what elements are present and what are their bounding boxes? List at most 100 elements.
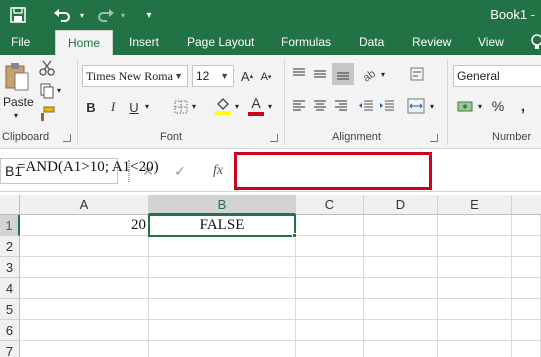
fill-color-icon[interactable] bbox=[213, 95, 233, 117]
customize-toolbar-icon[interactable]: ▾ bbox=[142, 0, 156, 30]
grid-cell[interactable] bbox=[364, 320, 438, 341]
merge-center-icon[interactable] bbox=[405, 95, 427, 117]
paste-label[interactable]: Paste bbox=[3, 95, 34, 109]
grid-cell[interactable] bbox=[149, 299, 296, 320]
bold-button[interactable]: B bbox=[83, 97, 99, 117]
cell-b1[interactable]: FALSE bbox=[148, 214, 296, 237]
grid-cell[interactable] bbox=[512, 215, 541, 236]
fill-color-dropdown-icon[interactable]: ▾ bbox=[235, 102, 239, 111]
save-icon[interactable] bbox=[6, 0, 30, 30]
font-name-select[interactable]: Times New Roma ▼ bbox=[82, 65, 188, 87]
grid-cell[interactable] bbox=[149, 320, 296, 341]
redo-icon[interactable] bbox=[94, 0, 118, 30]
grid-cell[interactable] bbox=[438, 341, 512, 357]
row-header-2[interactable]: 2 bbox=[0, 236, 20, 257]
accounting-format-icon[interactable] bbox=[456, 97, 476, 115]
grid-cell[interactable] bbox=[438, 299, 512, 320]
grid-cell[interactable] bbox=[438, 257, 512, 278]
grid-cell[interactable] bbox=[296, 341, 364, 357]
decrease-indent-icon[interactable] bbox=[357, 97, 375, 115]
font-color-dropdown-icon[interactable]: ▾ bbox=[268, 102, 272, 111]
grid-cell[interactable] bbox=[512, 257, 541, 278]
grid-cell[interactable] bbox=[296, 278, 364, 299]
tab-view[interactable]: View bbox=[478, 30, 504, 55]
grid-cell[interactable] bbox=[296, 236, 364, 257]
column-header-e[interactable]: E bbox=[438, 195, 512, 215]
borders-dropdown-icon[interactable]: ▾ bbox=[192, 102, 196, 111]
row-header-7[interactable]: 7 bbox=[0, 341, 20, 357]
align-left-icon[interactable] bbox=[290, 97, 308, 115]
grid-cell[interactable] bbox=[20, 299, 149, 320]
select-all-corner[interactable] bbox=[0, 195, 20, 215]
undo-icon[interactable] bbox=[50, 0, 74, 30]
tab-page-layout[interactable]: Page Layout bbox=[187, 30, 254, 55]
redo-dropdown-icon[interactable]: ▾ bbox=[118, 0, 128, 30]
column-header-c[interactable]: C bbox=[296, 195, 364, 215]
middle-align-icon[interactable] bbox=[311, 65, 329, 83]
grid-cell[interactable] bbox=[20, 257, 149, 278]
column-header-b[interactable]: B bbox=[149, 195, 296, 215]
grid-cell[interactable] bbox=[20, 278, 149, 299]
grid-cell[interactable] bbox=[364, 341, 438, 357]
grid-cell[interactable] bbox=[438, 278, 512, 299]
enter-icon[interactable]: ✓ bbox=[170, 158, 190, 184]
column-header-d[interactable]: D bbox=[364, 195, 438, 215]
paste-icon[interactable] bbox=[3, 61, 31, 93]
insert-function-button[interactable]: fx bbox=[207, 158, 229, 184]
row-header-4[interactable]: 4 bbox=[0, 278, 20, 299]
grid-cell[interactable] bbox=[149, 257, 296, 278]
grid-cell[interactable] bbox=[512, 341, 541, 357]
italic-button[interactable]: I bbox=[105, 97, 121, 117]
fill-handle[interactable] bbox=[292, 233, 297, 238]
merge-dropdown-icon[interactable]: ▾ bbox=[430, 102, 434, 111]
decrease-font-size-icon[interactable]: A ▾ bbox=[258, 68, 274, 86]
formula-input[interactable]: =AND(A1>10; A1<20) bbox=[17, 159, 159, 176]
grid-cell[interactable] bbox=[438, 236, 512, 257]
tab-home[interactable]: Home bbox=[55, 30, 113, 55]
grid-cell[interactable] bbox=[20, 320, 149, 341]
grid-cell[interactable] bbox=[296, 320, 364, 341]
grid-cell[interactable] bbox=[20, 236, 149, 257]
row-header-1[interactable]: 1 bbox=[0, 215, 20, 236]
tab-file[interactable]: File bbox=[11, 30, 30, 55]
top-align-icon[interactable] bbox=[290, 65, 308, 83]
accounting-dropdown-icon[interactable]: ▾ bbox=[478, 102, 482, 111]
tab-review[interactable]: Review bbox=[412, 30, 451, 55]
copy-icon[interactable] bbox=[38, 82, 56, 100]
comma-style-icon[interactable]: , bbox=[515, 97, 531, 115]
align-center-icon[interactable] bbox=[311, 97, 329, 115]
orientation-icon[interactable]: ab bbox=[359, 64, 379, 84]
grid-cell[interactable] bbox=[149, 278, 296, 299]
grid-cell[interactable] bbox=[364, 236, 438, 257]
grid-cell[interactable] bbox=[512, 236, 541, 257]
number-format-select[interactable]: General bbox=[453, 65, 541, 87]
column-header-next[interactable] bbox=[512, 195, 541, 215]
increase-font-size-icon[interactable]: A ▴ bbox=[239, 67, 255, 85]
format-painter-icon[interactable] bbox=[38, 105, 56, 123]
grid-cell[interactable] bbox=[364, 278, 438, 299]
increase-indent-icon[interactable] bbox=[378, 97, 396, 115]
alignment-launcher-icon[interactable] bbox=[430, 134, 438, 142]
font-color-icon[interactable]: A bbox=[246, 95, 266, 117]
row-header-6[interactable]: 6 bbox=[0, 320, 20, 341]
grid-cell[interactable] bbox=[438, 320, 512, 341]
orientation-dropdown-icon[interactable]: ▾ bbox=[381, 70, 385, 79]
grid-cell[interactable] bbox=[296, 299, 364, 320]
underline-button[interactable]: U bbox=[126, 97, 142, 117]
font-size-select[interactable]: 12 ▼ bbox=[192, 65, 234, 87]
grid-cell[interactable] bbox=[296, 257, 364, 278]
cut-icon[interactable] bbox=[38, 59, 56, 77]
wrap-text-icon[interactable] bbox=[408, 65, 426, 83]
font-launcher-icon[interactable] bbox=[270, 134, 278, 142]
tab-data[interactable]: Data bbox=[359, 30, 384, 55]
tab-insert[interactable]: Insert bbox=[129, 30, 159, 55]
grid-cell[interactable] bbox=[512, 278, 541, 299]
column-header-a[interactable]: A bbox=[20, 195, 149, 215]
grid-cell[interactable] bbox=[438, 215, 512, 236]
grid-cell[interactable] bbox=[296, 215, 364, 236]
grid-cell[interactable] bbox=[149, 236, 296, 257]
cell-a1[interactable]: 20 bbox=[20, 215, 149, 236]
grid-cell[interactable] bbox=[364, 257, 438, 278]
undo-dropdown-icon[interactable]: ▾ bbox=[76, 0, 88, 30]
bottom-align-icon[interactable] bbox=[332, 63, 354, 85]
